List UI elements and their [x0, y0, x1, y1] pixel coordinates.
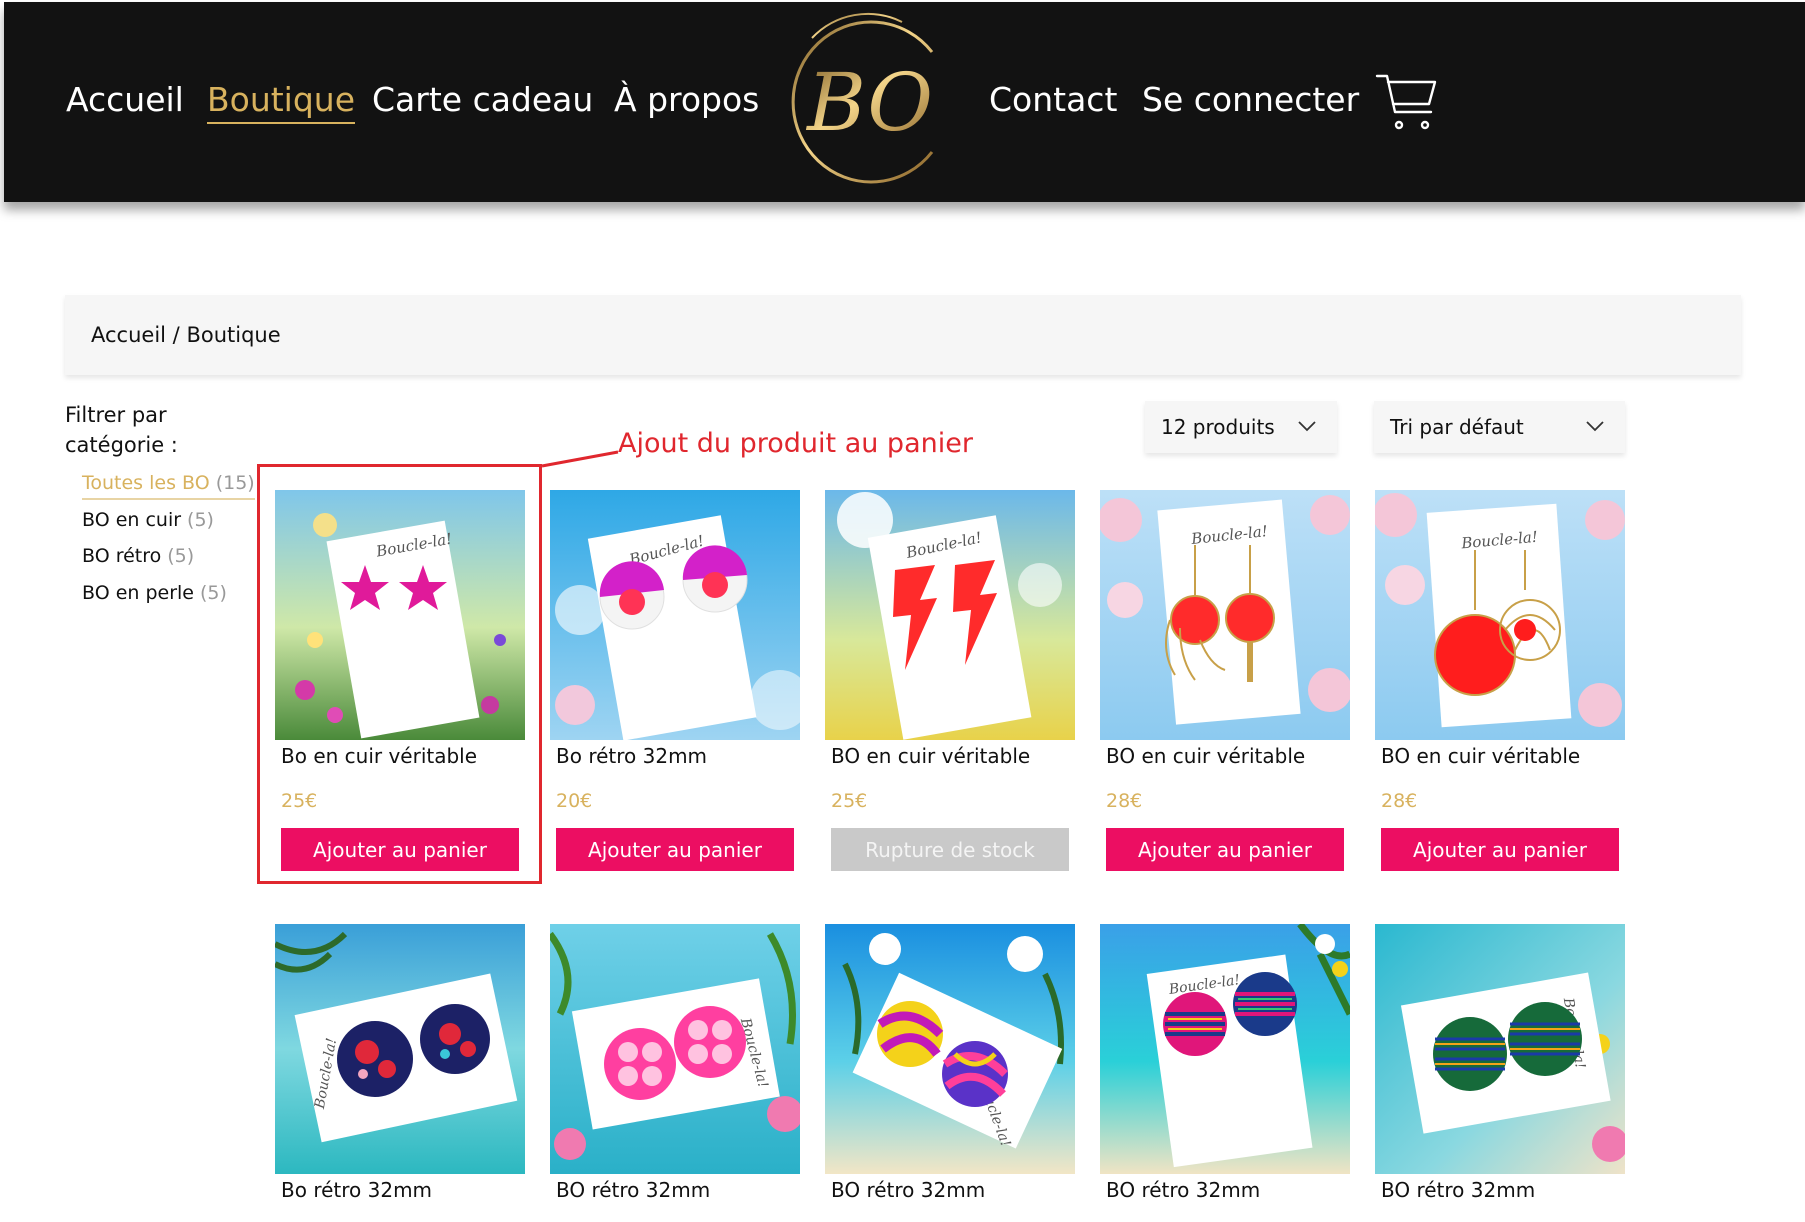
per-page-value: 12 produits — [1161, 415, 1275, 439]
product-name[interactable]: BO rétro 32mm — [1100, 1178, 1350, 1202]
product-name[interactable]: BO rétro 32mm — [825, 1178, 1075, 1202]
product-image[interactable]: Boucle-la! — [825, 490, 1075, 740]
product-image[interactable]: Boucle-la! — [550, 490, 800, 740]
product-card: Boucle-la! BO rétro 32mm — [1100, 924, 1350, 1202]
nav-accueil[interactable]: Accueil — [66, 80, 184, 119]
product-card: Boucle-la! Bo rétro 32mm 20€ Ajouter au … — [550, 490, 800, 871]
product-price: 25€ — [281, 790, 318, 812]
category-count: (5) — [167, 545, 195, 567]
product-image[interactable]: Boucle-la! — [1375, 490, 1625, 740]
product-image[interactable]: Boucle-la! — [275, 924, 525, 1174]
category-label: Toutes les BO — [82, 472, 210, 494]
chevron-down-icon — [1586, 421, 1604, 432]
nav-boutique[interactable]: Boutique — [207, 80, 356, 124]
product-image[interactable]: Boucle-la! — [1100, 924, 1350, 1174]
product-card: Boucle-la! BO rétro 32mm — [1375, 924, 1625, 1202]
chevron-down-icon — [1298, 421, 1316, 432]
nav-se-connecter[interactable]: Se connecter — [1142, 80, 1359, 119]
filter-title: Filtrer par catégorie : — [65, 403, 178, 457]
product-image[interactable]: Boucle-la! — [275, 490, 525, 740]
product-card: Boucle-la! BO en cuir véritable 25€ Rupt… — [825, 490, 1075, 871]
product-image[interactable]: Boucle-la! — [550, 924, 800, 1174]
add-to-cart-button[interactable]: Ajouter au panier — [281, 828, 519, 871]
product-image[interactable]: Boucle-la! — [825, 924, 1075, 1174]
product-image[interactable]: Boucle-la! — [1375, 924, 1625, 1174]
sort-value: Tri par défaut — [1390, 415, 1524, 439]
out-of-stock-button: Rupture de stock — [831, 828, 1069, 871]
product-name[interactable]: BO en cuir véritable — [1100, 744, 1350, 768]
breadcrumb-current: Boutique — [186, 323, 281, 347]
brand-logo[interactable]: BO — [782, 12, 957, 192]
product-price: 25€ — [831, 790, 868, 812]
category-bo-en-cuir[interactable]: BO en cuir (5) — [82, 509, 214, 531]
shopping-cart-icon[interactable] — [1375, 70, 1439, 134]
product-card: Boucle-la! Bo rétro 32mm — [275, 924, 525, 1202]
product-card: Boucle-la! BO rétro 32mm — [825, 924, 1075, 1202]
product-card: Boucle-la! BO rétro 32mm — [550, 924, 800, 1202]
category-bo-en-perle[interactable]: BO en perle (5) — [82, 582, 227, 604]
product-card: Boucle-la! Bo en cuir véritable 25€ Ajou… — [275, 490, 525, 871]
add-to-cart-button[interactable]: Ajouter au panier — [1381, 828, 1619, 871]
category-label: BO en perle — [82, 582, 194, 604]
nav-carte-cadeau[interactable]: Carte cadeau — [372, 80, 593, 119]
breadcrumb: Accueil / Boutique — [65, 295, 1741, 375]
category-label: BO en cuir — [82, 509, 182, 531]
product-name[interactable]: Bo en cuir véritable — [275, 744, 525, 768]
category-count: (15) — [215, 472, 255, 494]
annotation-arrow — [541, 450, 619, 468]
product-name[interactable]: Bo rétro 32mm — [550, 744, 800, 768]
add-to-cart-button[interactable]: Ajouter au panier — [556, 828, 794, 871]
product-price: 28€ — [1106, 790, 1143, 812]
site-header: Accueil Boutique Carte cadeau À propos B… — [4, 2, 1805, 202]
product-name[interactable]: BO en cuir véritable — [1375, 744, 1625, 768]
product-name[interactable]: BO rétro 32mm — [1375, 1178, 1625, 1202]
product-name[interactable]: BO en cuir véritable — [825, 744, 1075, 768]
product-image[interactable]: Boucle-la! — [1100, 490, 1350, 740]
category-label: BO rétro — [82, 545, 162, 567]
category-count: (5) — [200, 582, 227, 604]
product-card: Boucle-la! BO en cuir véritable 28€ Ajou… — [1375, 490, 1625, 871]
product-name[interactable]: BO rétro 32mm — [550, 1178, 800, 1202]
category-count: (5) — [187, 509, 214, 531]
product-card: Boucle-la! BO en cuir véritable 28€ Ajou… — [1100, 490, 1350, 871]
logo-text: BO — [805, 56, 933, 149]
category-bo-retro[interactable]: BO rétro (5) — [82, 545, 194, 567]
sort-select[interactable]: Tri par défaut — [1374, 401, 1625, 453]
per-page-select[interactable]: 12 produits — [1145, 401, 1337, 453]
annotation-label: Ajout du produit au panier — [618, 428, 973, 459]
add-to-cart-button[interactable]: Ajouter au panier — [1106, 828, 1344, 871]
product-price: 20€ — [556, 790, 593, 812]
nav-contact[interactable]: Contact — [989, 80, 1117, 119]
breadcrumb-home[interactable]: Accueil — [91, 323, 166, 347]
breadcrumb-separator: / — [166, 323, 187, 347]
product-price: 28€ — [1381, 790, 1418, 812]
product-name[interactable]: Bo rétro 32mm — [275, 1178, 525, 1202]
nav-a-propos[interactable]: À propos — [614, 80, 759, 119]
category-toutes-les-bo[interactable]: Toutes les BO (15) — [82, 472, 255, 500]
